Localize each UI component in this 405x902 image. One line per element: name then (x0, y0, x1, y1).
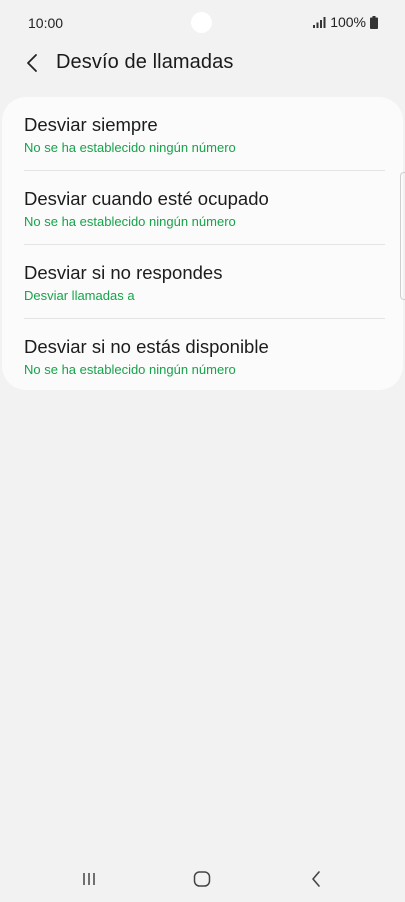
item-title: Desviar si no respondes (24, 262, 223, 283)
scrollbar[interactable] (400, 172, 405, 300)
list-item-forward-always[interactable]: Desviar siempre No se ha establecido nin… (24, 97, 381, 170)
recent-apps-button[interactable] (69, 864, 109, 894)
signal-icon (313, 16, 326, 28)
call-forwarding-options: Desviar siempre No se ha establecido nin… (2, 97, 403, 390)
recent-apps-icon (83, 873, 95, 885)
item-subtitle: No se ha establecido ningún número (24, 362, 236, 377)
item-subtitle: No se ha establecido ningún número (24, 140, 236, 155)
item-title: Desviar si no estás disponible (24, 336, 269, 357)
page-title: Desvío de llamadas (56, 51, 234, 73)
navigation-bar (0, 852, 405, 902)
item-title: Desviar siempre (24, 114, 158, 135)
back-icon (312, 871, 320, 887)
status-time: 10:00 (28, 15, 64, 31)
battery-icon (370, 15, 378, 29)
item-subtitle: Desviar llamadas a (24, 288, 135, 303)
status-bar: 10:00 100% (0, 0, 405, 46)
nav-back-button[interactable] (296, 864, 336, 894)
camera-cutout (191, 12, 212, 33)
home-icon (193, 871, 211, 887)
battery-percent: 100% (330, 14, 366, 30)
home-button[interactable] (182, 864, 222, 894)
list-item-forward-no-answer[interactable]: Desviar si no respondes Desviar llamadas… (24, 245, 381, 318)
list-item-forward-unreachable[interactable]: Desviar si no estás disponible No se ha … (24, 319, 381, 392)
item-subtitle: No se ha establecido ningún número (24, 214, 236, 229)
item-title: Desviar cuando esté ocupado (24, 188, 269, 209)
chevron-left-icon (27, 54, 37, 72)
status-icons: 100% (313, 14, 378, 30)
list-item-forward-busy[interactable]: Desviar cuando esté ocupado No se ha est… (24, 171, 381, 244)
back-button[interactable] (18, 48, 46, 78)
app-header: Desvío de llamadas (0, 44, 405, 82)
